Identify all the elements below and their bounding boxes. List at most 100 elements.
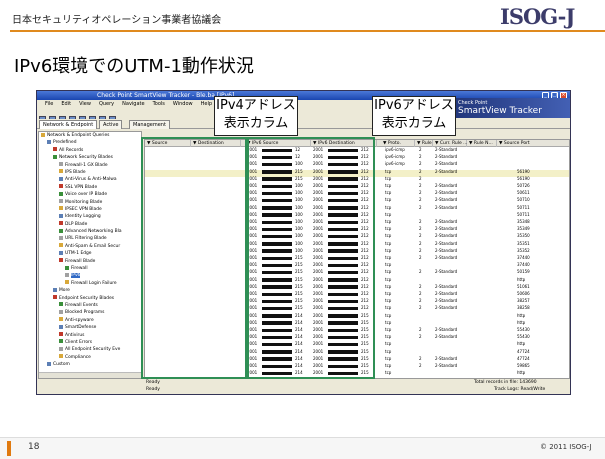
tree-item[interactable]: Network Security Blades (39, 154, 141, 161)
source-port-cell: 56190 (517, 168, 530, 174)
tree-item-label: URL Filtering Blade (65, 236, 107, 242)
protocol-cell: tcp (385, 348, 392, 354)
column-header[interactable]: ▼ Source Port (497, 140, 569, 147)
menu-item-query[interactable]: Query (99, 101, 114, 107)
source-port-cell: 50606 (517, 291, 530, 296)
tree-item[interactable]: Endpoint Security Blades (39, 295, 141, 302)
protocol-cell: tcp (385, 327, 392, 332)
tree-scrollbar[interactable] (39, 372, 141, 378)
column-header[interactable]: ▼ Rule (415, 140, 433, 147)
current-rule-cell: 2-Standard (435, 363, 458, 368)
protocol-cell: tcp (385, 276, 392, 282)
source-port-cell: 38258 (517, 305, 530, 311)
tree-node-icon (59, 258, 63, 263)
tree-item[interactable]: Blocked Programs (39, 309, 141, 316)
tree-item[interactable]: Client Errors (39, 339, 141, 346)
tree-item[interactable]: Firewall (39, 265, 141, 272)
protocol-cell: tcp (385, 240, 392, 246)
rule-cell: 2 (419, 190, 422, 196)
menu-item-view[interactable]: View (79, 101, 91, 107)
tree-item-label: All Records (59, 147, 84, 153)
tree-node-icon (59, 162, 63, 167)
tree-item[interactable]: Compliance (39, 354, 141, 361)
rule-cell: 2 (419, 327, 422, 332)
tree-item[interactable]: Anti-spyware (39, 317, 141, 324)
rule-cell: 2 (419, 183, 422, 188)
menu-item-tools[interactable]: Tools (153, 101, 165, 107)
tree-item[interactable]: Custom (39, 361, 141, 368)
current-rule-cell: 2-Standard (435, 161, 458, 167)
source-port-cell: 35350 (517, 233, 530, 239)
tree-item[interactable]: IPv6 (39, 272, 141, 279)
rule-cell: 2 (419, 197, 422, 203)
tree-item[interactable]: IPS Blade (39, 169, 141, 176)
tree-item[interactable]: Antivirus (39, 332, 141, 339)
callout-ipv6-text: IPv6アドレス 表示カラム (374, 98, 454, 131)
tree-item-label: SSL VPN Blade (65, 184, 98, 190)
callout-line: 表示カラム (223, 116, 289, 131)
tree-item[interactable]: Anti-Virus & Anti-Malwa (39, 176, 141, 183)
tab-management[interactable]: Management (129, 120, 170, 129)
current-rule-cell: 2-Standard (435, 147, 458, 152)
tree-item[interactable]: Voice over IP Blade (39, 191, 141, 198)
tree-item[interactable]: Firewall Login Failure (39, 280, 141, 287)
column-header[interactable]: ▼ Proto. (381, 140, 415, 147)
protocol-cell: tcp (385, 355, 392, 361)
tree-node-icon (59, 169, 63, 174)
tree-item[interactable]: More (39, 287, 141, 294)
tree-item-label: Predefined (53, 140, 77, 146)
protocol-cell: tcp (385, 298, 392, 304)
current-rule-cell: 2-Standard (435, 291, 458, 296)
tree-item[interactable]: SmartDefense (39, 324, 141, 331)
rule-cell: 2 (419, 240, 422, 246)
tree-item[interactable]: Network & Endpoint Queries (39, 132, 141, 139)
protocol-cell: tcp (385, 247, 392, 253)
tree-item[interactable]: UTM-1 Edge (39, 250, 141, 257)
column-header[interactable]: ▼ Curr. Rule ... (433, 140, 467, 147)
org-name: 日本セキュリティオペレーション事業者協議会 (12, 15, 222, 26)
tab-network-endpoint[interactable]: Network & Endpoint (39, 120, 98, 129)
tab-active[interactable]: Active (99, 120, 123, 129)
tree-item[interactable]: URL Filtering Blade (39, 235, 141, 242)
current-rule-cell: 2-Standard (435, 240, 458, 246)
tree-node-icon (59, 309, 63, 314)
protocol-cell: tcp (385, 370, 392, 376)
source-port-cell: 50611 (517, 190, 530, 196)
source-port-cell: 38257 (517, 298, 530, 304)
protocol-cell: tcp (385, 291, 392, 296)
tree-item[interactable]: SSL VPN Blade (39, 184, 141, 191)
tree-item[interactable]: Firewall Events (39, 302, 141, 309)
source-port-cell: 37440 (517, 262, 530, 268)
rule-cell: 2 (419, 175, 422, 181)
tree-item-label: Firewall Login Failure (71, 280, 117, 286)
tree-node-icon (53, 154, 57, 159)
tree-item[interactable]: All Records (39, 147, 141, 154)
tree-item-label: Network Security Blades (59, 155, 113, 161)
menu-item-file[interactable]: File (45, 101, 53, 107)
menu-item-window[interactable]: Window (173, 101, 193, 107)
tree-item-label: IPS Blade (65, 169, 86, 175)
menu-item-navigate[interactable]: Navigate (122, 101, 144, 107)
protocol-cell: tcp (385, 204, 392, 210)
rule-cell: 2 (419, 233, 422, 239)
tree-node-icon (59, 332, 63, 337)
tree-item[interactable]: Firewall Blade (39, 258, 141, 265)
tree-item-label: More (59, 288, 70, 294)
tree-item[interactable]: DLP Blade (39, 221, 141, 228)
tree-item[interactable]: Predefined (39, 139, 141, 146)
tree-item[interactable]: Firewall-1 GX Blade (39, 162, 141, 169)
tree-item[interactable]: Anti-Spam & Email Secur (39, 243, 141, 250)
tree-item[interactable]: All Endpoint Security Eve (39, 346, 141, 353)
status-ready-2: Ready (146, 387, 160, 392)
column-header[interactable]: ▼ Rule N... (467, 140, 497, 147)
tree-item[interactable]: Monitoring Blade (39, 199, 141, 206)
menu-item-help[interactable]: Help (201, 101, 212, 107)
tree-item[interactable]: IPSEC VPN Blade (39, 206, 141, 213)
tree-item[interactable]: Advanced Networking Bla (39, 228, 141, 235)
current-rule-cell: 2-Standard (435, 168, 458, 174)
menu-item-edit[interactable]: Edit (61, 101, 71, 107)
protocol-cell: tcp (385, 269, 392, 275)
tree-item[interactable]: Identity Logging (39, 213, 141, 220)
tree-node-icon (59, 354, 63, 359)
tree-item-label: Advanced Networking Bla (65, 229, 122, 235)
